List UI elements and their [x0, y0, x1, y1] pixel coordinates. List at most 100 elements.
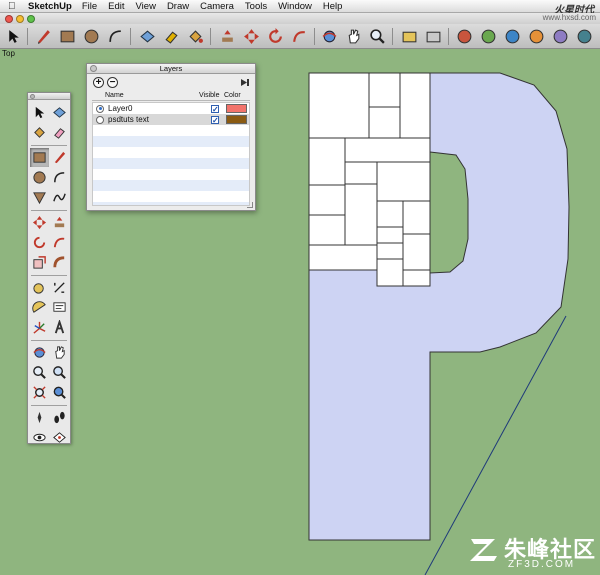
section-plane-icon[interactable]	[50, 428, 69, 447]
orbit-tool-icon[interactable]	[320, 27, 339, 46]
eraser-tool-icon[interactable]	[162, 27, 181, 46]
active-layer-radio[interactable]	[96, 104, 104, 113]
layers-column-headers: Name Visible Color	[92, 92, 250, 101]
white-faces-group	[308, 72, 431, 287]
walk-icon[interactable]	[50, 408, 69, 427]
move-tool-icon[interactable]	[242, 27, 261, 46]
rectangle-icon[interactable]	[30, 148, 49, 167]
arc-icon[interactable]	[50, 168, 69, 187]
rotate-tool-icon[interactable]	[266, 27, 285, 46]
rotate-icon[interactable]	[30, 233, 49, 252]
extension3-icon[interactable]	[575, 27, 594, 46]
layer-color-swatch[interactable]	[226, 115, 247, 124]
menu-view[interactable]: View	[136, 1, 156, 12]
make-component-icon[interactable]	[138, 27, 157, 46]
window-minimize-button[interactable]	[16, 15, 24, 23]
eraser-icon[interactable]	[50, 123, 69, 142]
pencil-tool-icon[interactable]	[34, 27, 53, 46]
layer-row[interactable]: Layer0 ✓	[93, 103, 249, 114]
orbit-icon[interactable]	[30, 343, 49, 362]
menu-tools[interactable]: Tools	[245, 1, 267, 12]
look-around-icon[interactable]	[30, 428, 49, 447]
menu-help[interactable]: Help	[323, 1, 343, 12]
delete-layer-button[interactable]: −	[107, 77, 118, 88]
dimension-icon[interactable]	[50, 278, 69, 297]
circle-tool-icon[interactable]	[82, 27, 101, 46]
scene-thumbnail-icon[interactable]	[424, 27, 443, 46]
add-layer-button[interactable]: +	[93, 77, 104, 88]
window-close-button[interactable]	[5, 15, 13, 23]
pan-tool-icon[interactable]	[344, 27, 363, 46]
layers-details-icon[interactable]	[240, 77, 250, 88]
window-zoom-button[interactable]	[27, 15, 35, 23]
scale-icon[interactable]	[30, 253, 49, 272]
extension2-icon[interactable]	[551, 27, 570, 46]
layer-name[interactable]: psdtuts text	[108, 115, 149, 124]
pan-icon[interactable]	[50, 343, 69, 362]
menu-draw[interactable]: Draw	[167, 1, 189, 12]
circle-icon[interactable]	[30, 168, 49, 187]
menu-window[interactable]: Window	[278, 1, 312, 12]
push-pull-icon[interactable]	[218, 27, 237, 46]
menu-bar:  SketchUp File Edit View Draw Camera To…	[0, 0, 600, 16]
apple-menu-icon[interactable]: 	[8, 1, 20, 12]
line-icon[interactable]	[50, 148, 69, 167]
previous-view-icon[interactable]	[50, 383, 69, 402]
column-visible[interactable]: Visible	[199, 92, 220, 99]
extension-icon[interactable]	[527, 27, 546, 46]
freehand-icon[interactable]	[50, 188, 69, 207]
component-icon[interactable]	[50, 103, 69, 122]
text-icon[interactable]	[50, 298, 69, 317]
share-model-icon[interactable]	[479, 27, 498, 46]
layers-title: Layers	[159, 64, 183, 73]
watermark-top-url: www.hxsd.com	[542, 13, 596, 22]
select-tool-icon[interactable]	[4, 27, 23, 46]
layer-name[interactable]: Layer0	[108, 104, 132, 113]
offset-icon[interactable]	[50, 253, 69, 272]
position-camera-icon[interactable]	[30, 408, 49, 427]
watermark-logo-icon	[470, 539, 497, 561]
axes-icon[interactable]	[30, 318, 49, 337]
move-icon[interactable]	[30, 213, 49, 232]
view-label: Top	[2, 49, 15, 58]
follow-me-icon[interactable]	[290, 27, 309, 46]
paint-bucket-icon[interactable]	[186, 27, 205, 46]
layer-visible-checkbox[interactable]: ✓	[211, 104, 219, 113]
polygon-icon[interactable]	[30, 188, 49, 207]
layers-resize-handle[interactable]	[247, 202, 253, 208]
layers-dialog: Layers + − Name Visible Color Layer0 ✓ p…	[86, 63, 256, 211]
zoom-icon[interactable]	[30, 363, 49, 382]
layers-toolbar: + −	[87, 74, 255, 91]
follow-me-palette-icon[interactable]	[50, 233, 69, 252]
column-name[interactable]: Name	[105, 92, 124, 99]
push-pull-palette-icon[interactable]	[50, 213, 69, 232]
rectangle-tool-icon[interactable]	[58, 27, 77, 46]
zoom-extents-icon[interactable]	[30, 383, 49, 402]
layers-list: Layer0 ✓ psdtuts text ✓	[92, 102, 250, 206]
tape-measure-icon[interactable]	[30, 278, 49, 297]
select-icon[interactable]	[30, 103, 49, 122]
menu-camera[interactable]: Camera	[200, 1, 234, 12]
components-icon[interactable]	[503, 27, 522, 46]
layer-visible-checkbox[interactable]: ✓	[211, 115, 219, 124]
layer-color-swatch[interactable]	[226, 104, 247, 113]
3d-text-icon[interactable]	[50, 318, 69, 337]
protractor-icon[interactable]	[30, 298, 49, 317]
palette-close-button[interactable]	[30, 94, 35, 99]
paint-icon[interactable]	[30, 123, 49, 142]
active-layer-radio[interactable]	[96, 115, 104, 124]
layers-close-button[interactable]	[90, 65, 97, 72]
column-color[interactable]: Color	[224, 92, 241, 99]
watermark-bottom: 朱峰社区 ZF3D.COM	[468, 532, 598, 574]
menu-edit[interactable]: Edit	[108, 1, 124, 12]
zoom-tool-icon[interactable]	[368, 27, 387, 46]
new-scene-icon[interactable]	[400, 27, 419, 46]
get-models-icon[interactable]	[455, 27, 474, 46]
arc-tool-icon[interactable]	[106, 27, 125, 46]
menu-file[interactable]: File	[82, 1, 97, 12]
zoom-window-icon[interactable]	[50, 363, 69, 382]
layers-title-bar[interactable]: Layers	[87, 64, 255, 74]
layer-row[interactable]: psdtuts text ✓	[93, 114, 249, 125]
app-menu[interactable]: SketchUp	[28, 1, 72, 12]
palette-title-bar[interactable]	[28, 93, 70, 100]
